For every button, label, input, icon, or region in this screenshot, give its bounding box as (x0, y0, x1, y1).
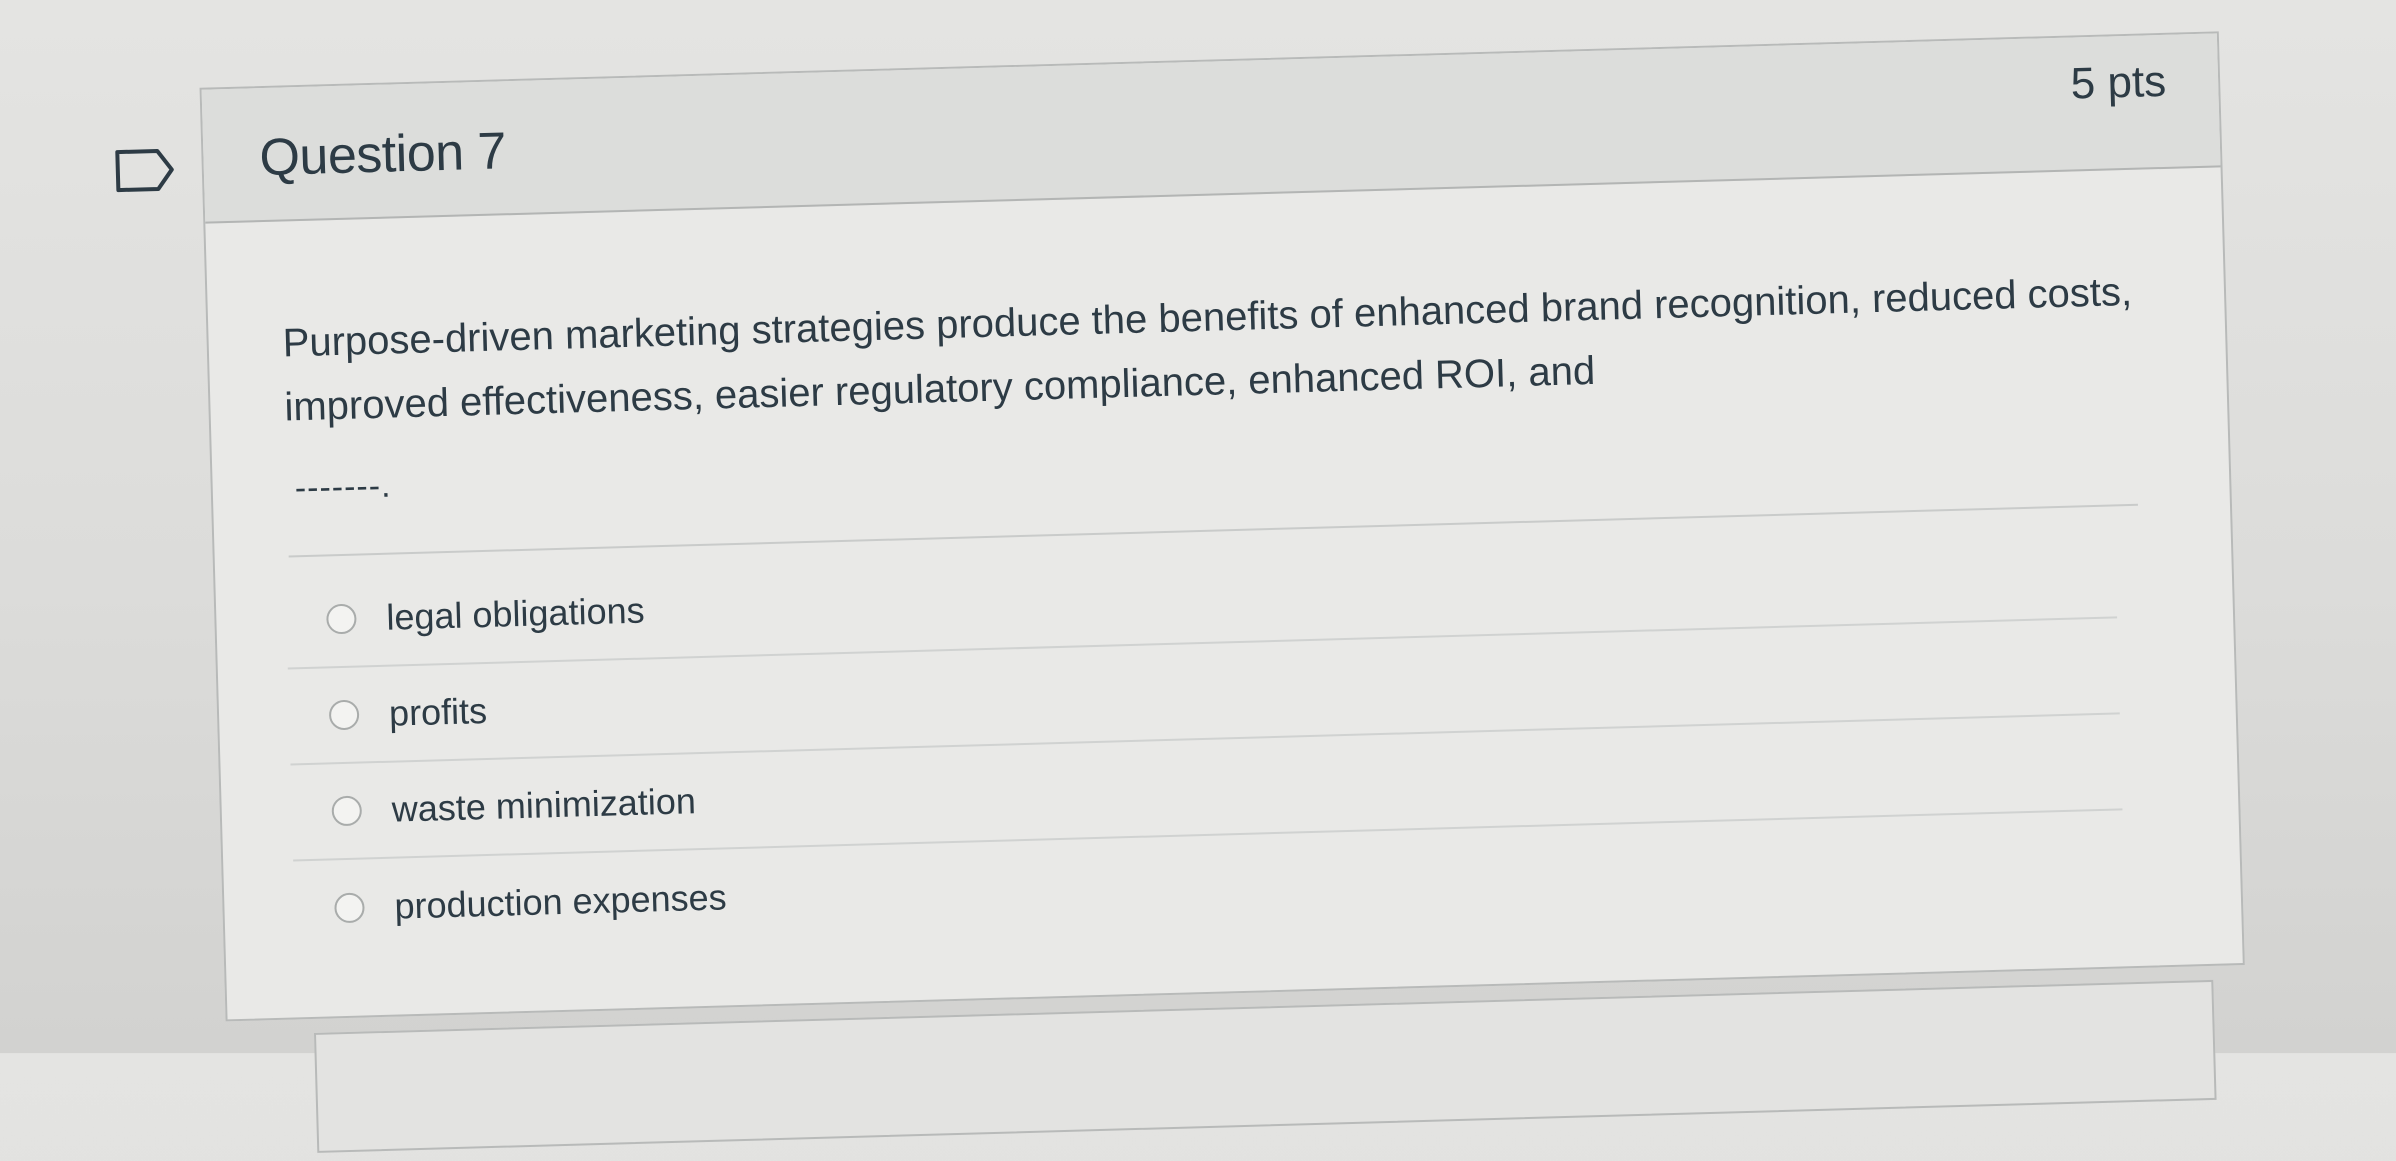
radio-unchecked-icon[interactable] (328, 699, 360, 731)
page-stage: Question 7 5 pts Purpose-driven marketin… (0, 0, 2396, 1153)
radio-unchecked-icon[interactable] (331, 795, 363, 827)
flag-question-icon[interactable] (113, 146, 178, 194)
question-blank: -------. (294, 466, 392, 508)
question-header: Question 7 5 pts (201, 33, 2221, 224)
question-points: 5 pts (2070, 56, 2167, 109)
question-text: Purpose-driven marketing strategies prod… (282, 269, 2133, 430)
radio-unchecked-icon[interactable] (334, 892, 365, 924)
answer-label: production expenses (393, 876, 728, 927)
answer-list: legal obligations profits waste minimiza… (285, 522, 2125, 957)
radio-unchecked-icon[interactable] (326, 603, 357, 635)
answer-label: legal obligations (385, 589, 646, 638)
answer-label: waste minimization (391, 780, 697, 830)
question-card: Question 7 5 pts Purpose-driven marketin… (199, 31, 2245, 1022)
answer-label: profits (388, 689, 488, 734)
question-title: Question 7 (258, 122, 507, 188)
